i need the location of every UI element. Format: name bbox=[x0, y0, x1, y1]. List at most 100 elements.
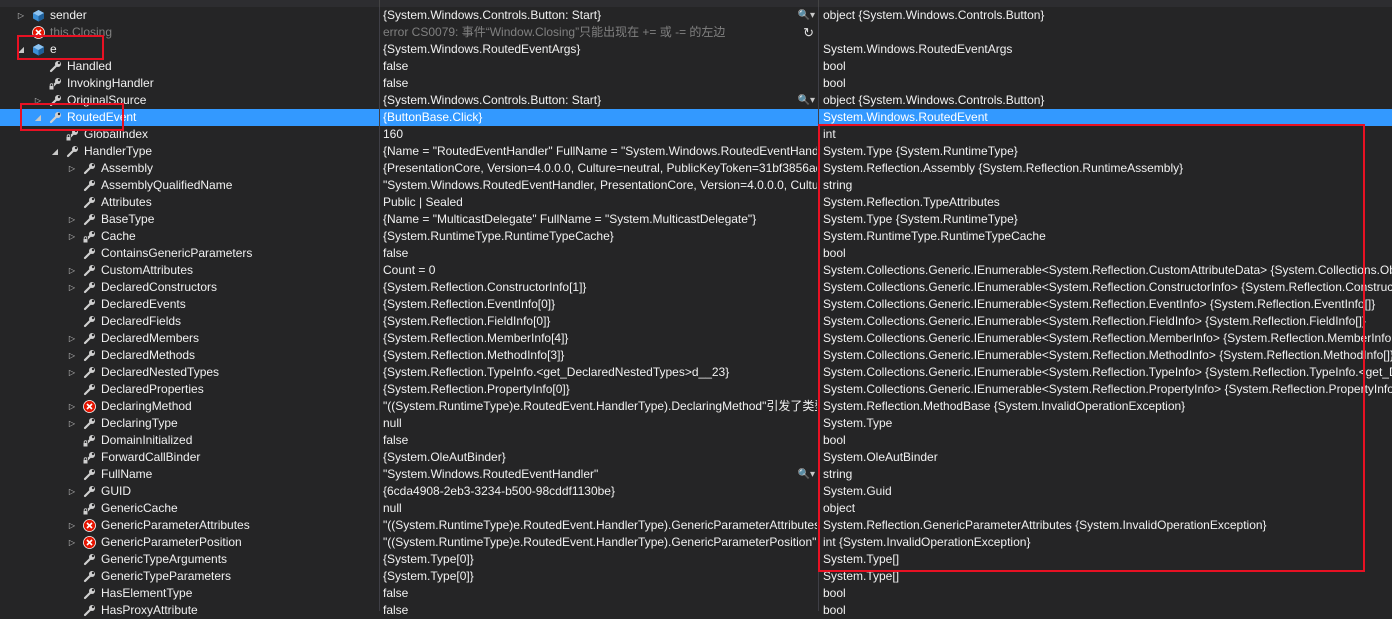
tree-row[interactable]: GenericTypeParameters {System.Type[0]} Sys… bbox=[0, 568, 1392, 585]
variable-value: false bbox=[383, 603, 409, 617]
value-cell[interactable]: false bbox=[380, 75, 817, 92]
tree-row[interactable]: DomainInitialized false bool bbox=[0, 432, 1392, 449]
value-cell[interactable]: {ButtonBase.Click} bbox=[380, 109, 817, 126]
value-cell[interactable]: error CS0079: 事件“Window.Closing”只能出现在 +=… bbox=[380, 24, 817, 41]
tree-row[interactable]: ▷ GenericParameterAttributes "((System.Run… bbox=[0, 517, 1392, 534]
value-cell[interactable]: {System.Windows.RoutedEventArgs} bbox=[380, 41, 817, 58]
tree-row[interactable]: ▷ DeclaringType null System.Type bbox=[0, 415, 1392, 432]
expand-arrow-icon[interactable]: ▷ bbox=[67, 211, 77, 228]
expand-arrow-icon[interactable]: ▷ bbox=[67, 517, 77, 534]
value-cell[interactable]: {Name = "MulticastDelegate" FullName = "… bbox=[380, 211, 817, 228]
tree-row[interactable]: GenericTypeArguments {System.Type[0]} Syst… bbox=[0, 551, 1392, 568]
tree-row[interactable]: ▷ BaseType {Name = "MulticastDelegate" Ful… bbox=[0, 211, 1392, 228]
value-cell[interactable]: {System.Reflection.PropertyInfo[0]} bbox=[380, 381, 817, 398]
value-cell[interactable]: "((System.RuntimeType)e.RoutedEvent.Hand… bbox=[380, 517, 817, 534]
value-cell[interactable]: "System.Windows.RoutedEventHandler" 🔍▾ bbox=[380, 466, 817, 483]
tree-row[interactable]: FullName "System.Windows.RoutedEventHandl… bbox=[0, 466, 1392, 483]
value-cell[interactable]: Count = 0 bbox=[380, 262, 817, 279]
value-cell[interactable]: false bbox=[380, 245, 817, 262]
collapse-arrow-icon[interactable]: ◢ bbox=[50, 143, 60, 160]
expand-arrow-icon[interactable]: ▷ bbox=[67, 160, 77, 177]
value-cell[interactable]: "((System.RuntimeType)e.RoutedEvent.Hand… bbox=[380, 534, 817, 551]
collapse-arrow-icon[interactable]: ◢ bbox=[16, 41, 26, 58]
expand-arrow-icon[interactable]: ▷ bbox=[67, 279, 77, 296]
expand-arrow-icon[interactable]: ▷ bbox=[16, 7, 26, 24]
tree-row[interactable]: ▷ GenericParameterPosition "((System.Runti… bbox=[0, 534, 1392, 551]
visualizer-search-icon[interactable]: 🔍▾ bbox=[798, 466, 815, 483]
tree-row[interactable]: ▷ DeclaredNestedTypes {System.Reflection.T… bbox=[0, 364, 1392, 381]
variable-value: null bbox=[383, 501, 402, 515]
tree-row[interactable]: ▷ DeclaringMethod "((System.RuntimeType)e.… bbox=[0, 398, 1392, 415]
tree-row[interactable]: ▷ Assembly {PresentationCore, Version=4.0.… bbox=[0, 160, 1392, 177]
value-cell[interactable]: Public | Sealed bbox=[380, 194, 817, 211]
tree-row[interactable]: GlobalIndex 160 int bbox=[0, 126, 1392, 143]
value-cell[interactable]: null bbox=[380, 500, 817, 517]
visualizer-search-icon[interactable]: 🔍▾ bbox=[798, 7, 815, 24]
value-cell[interactable]: {System.Reflection.EventInfo[0]} bbox=[380, 296, 817, 313]
name-cell: FullName bbox=[0, 466, 378, 483]
value-cell[interactable]: false bbox=[380, 58, 817, 75]
collapse-arrow-icon[interactable]: ◢ bbox=[33, 109, 43, 126]
value-cell[interactable]: null bbox=[380, 415, 817, 432]
value-cell[interactable]: {System.Windows.Controls.Button: Start} 🔍… bbox=[380, 92, 817, 109]
tree-row[interactable]: ▷ DeclaredMembers {System.Reflection.Membe… bbox=[0, 330, 1392, 347]
tree-row[interactable]: ▷ Cache {System.RuntimeType.RuntimeTypeCac… bbox=[0, 228, 1392, 245]
tree-row[interactable]: HasElementType false bool bbox=[0, 585, 1392, 602]
value-cell[interactable]: "((System.RuntimeType)e.RoutedEvent.Hand… bbox=[380, 398, 817, 415]
expand-arrow-icon[interactable]: ▷ bbox=[67, 330, 77, 347]
value-cell[interactable]: {System.Reflection.FieldInfo[0]} bbox=[380, 313, 817, 330]
tree-row[interactable]: ▷ OriginalSource {System.Windows.Controls.… bbox=[0, 92, 1392, 109]
tree-row[interactable]: ▷ DeclaredMethods {System.Reflection.Metho… bbox=[0, 347, 1392, 364]
variable-name: DeclaredEvents bbox=[101, 297, 186, 311]
tree-row[interactable]: ◢ HandlerType {Name = "RoutedEventHandler"… bbox=[0, 143, 1392, 160]
value-cell[interactable]: {System.RuntimeType.RuntimeTypeCache} bbox=[380, 228, 817, 245]
value-cell[interactable]: {Name = "RoutedEventHandler" FullName = … bbox=[380, 143, 817, 160]
tree-row[interactable]: DeclaredProperties {System.Reflection.Pro… bbox=[0, 381, 1392, 398]
value-cell[interactable]: {System.OleAutBinder} bbox=[380, 449, 817, 466]
value-cell[interactable]: {6cda4908-2eb3-3234-b500-98cddf1130be} bbox=[380, 483, 817, 500]
expand-arrow-icon[interactable]: ▷ bbox=[67, 415, 77, 432]
value-cell[interactable]: 160 bbox=[380, 126, 817, 143]
refresh-icon[interactable]: ↻ bbox=[803, 24, 814, 41]
expand-arrow-icon[interactable]: ▷ bbox=[67, 262, 77, 279]
value-cell[interactable]: {System.Reflection.ConstructorInfo[1]} bbox=[380, 279, 817, 296]
value-cell[interactable]: "System.Windows.RoutedEventHandler, Pres… bbox=[380, 177, 817, 194]
tree-row[interactable]: ▷ GUID {6cda4908-2eb3-3234-b500-98cddf1130… bbox=[0, 483, 1392, 500]
value-cell[interactable]: false bbox=[380, 585, 817, 602]
tree-row[interactable]: GenericCache null object bbox=[0, 500, 1392, 517]
tree-row[interactable]: ForwardCallBinder {System.OleAutBinder} Sy… bbox=[0, 449, 1392, 466]
expand-arrow-icon[interactable]: ▷ bbox=[67, 228, 77, 245]
tree-row[interactable]: InvokingHandler false bool bbox=[0, 75, 1392, 92]
variable-value: {System.Reflection.EventInfo[0]} bbox=[383, 297, 556, 311]
expand-arrow-icon[interactable]: ▷ bbox=[67, 347, 77, 364]
tree-row[interactable]: ContainsGenericParameters false bool bbox=[0, 245, 1392, 262]
value-cell[interactable]: {System.Reflection.MemberInfo[4]} bbox=[380, 330, 817, 347]
expand-arrow-icon[interactable]: ▷ bbox=[67, 483, 77, 500]
column-divider[interactable] bbox=[818, 0, 819, 7]
value-cell[interactable]: {System.Reflection.TypeInfo.<get_Declare… bbox=[380, 364, 817, 381]
tree-row[interactable]: AssemblyQualifiedName "System.Windows.Rou… bbox=[0, 177, 1392, 194]
expand-arrow-icon[interactable]: ▷ bbox=[33, 92, 43, 109]
column-divider[interactable] bbox=[379, 0, 380, 7]
tree-row[interactable]: ◢ RoutedEvent {ButtonBase.Click} System.Win… bbox=[0, 109, 1392, 126]
value-cell[interactable]: {System.Type[0]} bbox=[380, 551, 817, 568]
tree-row[interactable]: DeclaredEvents {System.Reflection.EventIn… bbox=[0, 296, 1392, 313]
tree-row[interactable]: ▷ CustomAttributes Count = 0 System.Collect… bbox=[0, 262, 1392, 279]
value-cell[interactable]: {System.Type[0]} bbox=[380, 568, 817, 585]
tree-row[interactable]: this.Closing error CS0079: 事件“Window.Clos… bbox=[0, 24, 1392, 41]
type-cell: object {System.Windows.Controls.Button} bbox=[823, 8, 1045, 22]
expand-arrow-icon[interactable]: ▷ bbox=[67, 364, 77, 381]
tree-row[interactable]: Handled false bool bbox=[0, 58, 1392, 75]
expand-arrow-icon[interactable]: ▷ bbox=[67, 534, 77, 551]
value-cell[interactable]: {PresentationCore, Version=4.0.0.0, Cult… bbox=[380, 160, 817, 177]
tree-row[interactable]: DeclaredFields {System.Reflection.FieldIn… bbox=[0, 313, 1392, 330]
tree-row[interactable]: ▷ DeclaredConstructors {System.Reflection.… bbox=[0, 279, 1392, 296]
tree-row[interactable]: ▷ sender {System.Windows.Controls.Button: … bbox=[0, 7, 1392, 24]
value-cell[interactable]: {System.Reflection.MethodInfo[3]} bbox=[380, 347, 817, 364]
value-cell[interactable]: {System.Windows.Controls.Button: Start} 🔍… bbox=[380, 7, 817, 24]
expand-arrow-icon[interactable]: ▷ bbox=[67, 398, 77, 415]
value-cell[interactable]: false bbox=[380, 432, 817, 449]
tree-row[interactable]: Attributes Public | Sealed System.Reflecti… bbox=[0, 194, 1392, 211]
tree-row[interactable]: ◢ e {System.Windows.RoutedEventArgs} System… bbox=[0, 41, 1392, 58]
visualizer-search-icon[interactable]: 🔍▾ bbox=[798, 92, 815, 109]
